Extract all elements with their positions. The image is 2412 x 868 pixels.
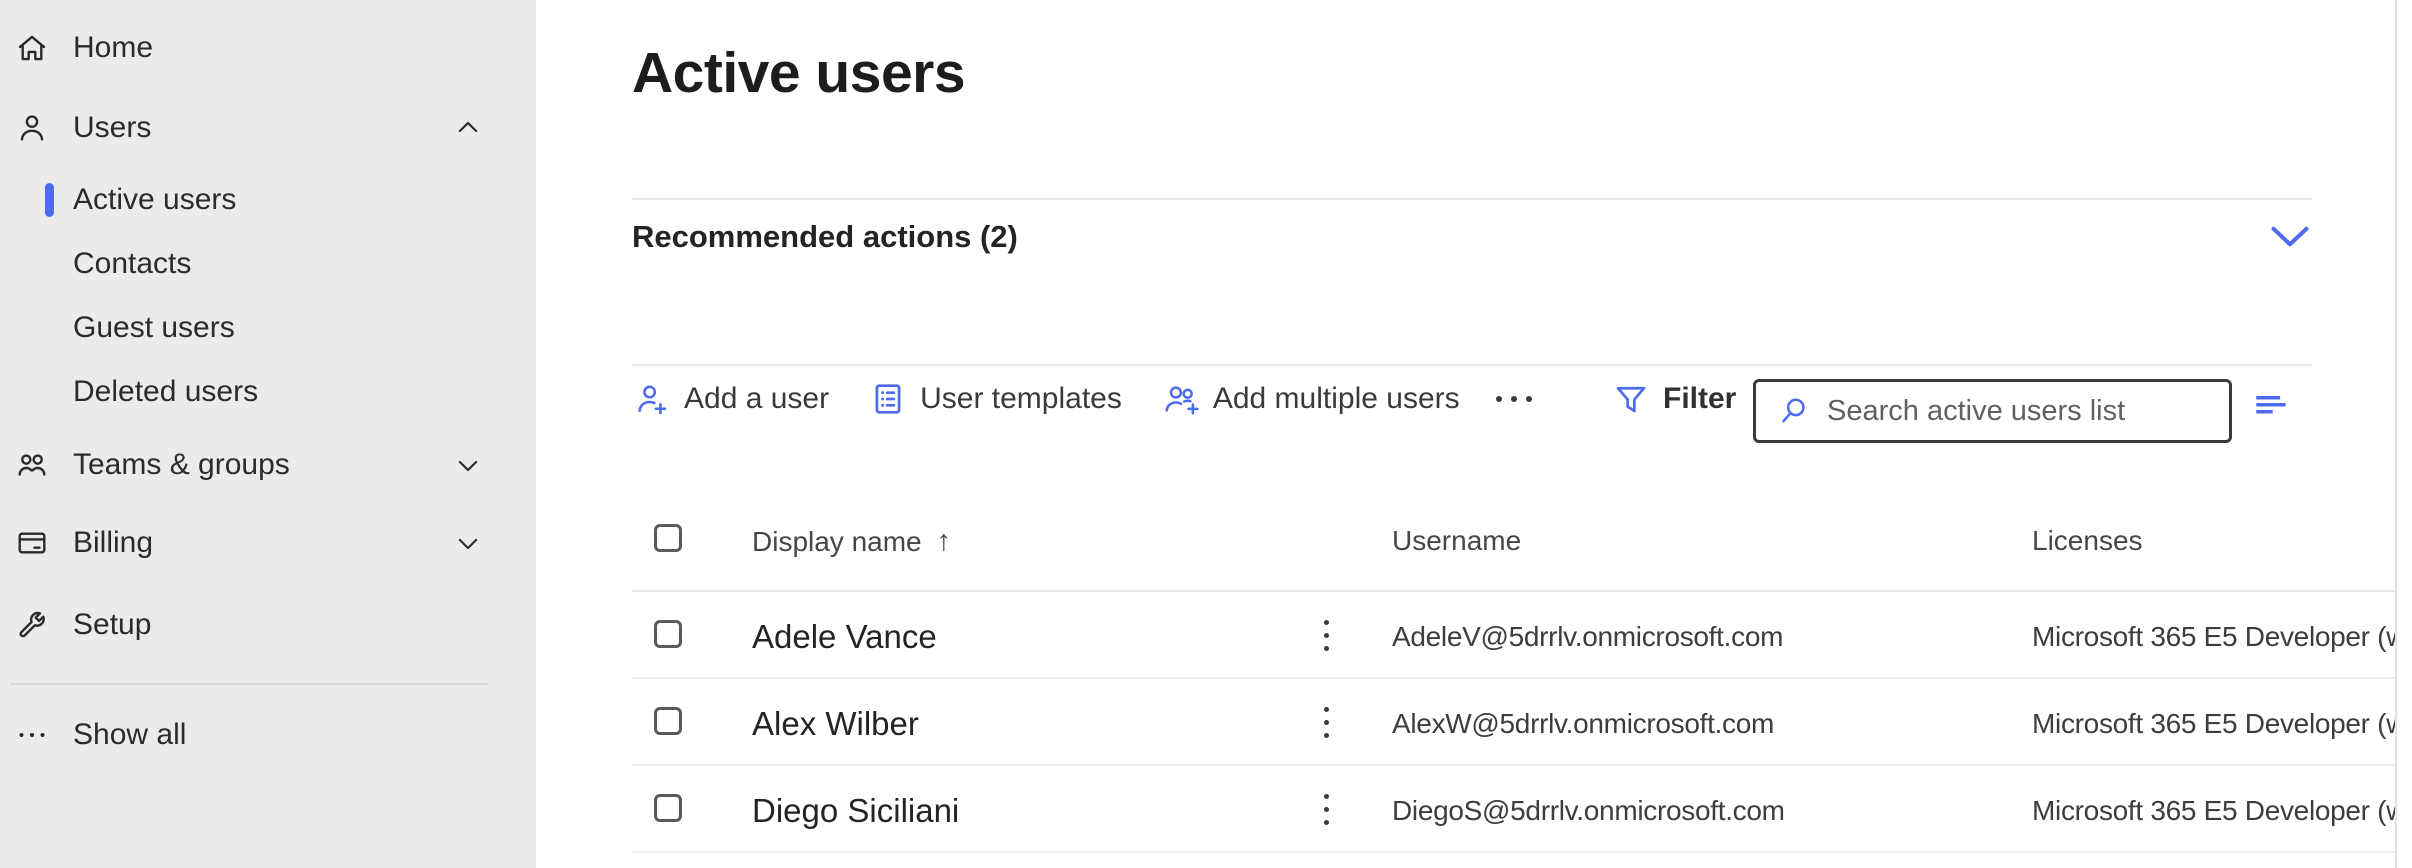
add-multiple-users-button[interactable]: Add multiple users bbox=[1147, 369, 1475, 429]
home-icon bbox=[13, 29, 51, 67]
sidebar-item-users[interactable]: Users bbox=[0, 96, 536, 160]
sidebar-item-label: Active users bbox=[73, 183, 236, 217]
table-row[interactable]: Alex Wilber AlexW@5drrlv.onmicrosoft.com… bbox=[632, 679, 2395, 766]
column-header-display-name[interactable]: Display name ↑ bbox=[752, 525, 951, 558]
template-list-icon bbox=[869, 380, 907, 418]
filter-lines-button[interactable] bbox=[2244, 378, 2296, 430]
table-header: Display name ↑ Username Licenses bbox=[632, 496, 2395, 590]
more-vertical-icon bbox=[1324, 620, 1329, 625]
search-input[interactable] bbox=[1825, 394, 2219, 429]
row-more-button[interactable] bbox=[1304, 787, 1348, 831]
licenses-cell: Microsoft 365 E5 Developer (withou bbox=[2032, 708, 2395, 740]
add-user-label: Add a user bbox=[684, 382, 829, 416]
display-name-cell[interactable]: Diego Siciliani bbox=[752, 792, 959, 830]
row-more-button[interactable] bbox=[1304, 613, 1348, 657]
more-horizontal-icon bbox=[1496, 396, 1502, 402]
section-divider bbox=[632, 198, 2312, 200]
recommended-actions-label: Recommended actions (2) bbox=[632, 219, 1018, 255]
display-name-cell[interactable]: Adele Vance bbox=[752, 618, 937, 656]
chevron-up-icon[interactable] bbox=[452, 112, 484, 144]
sidebar-item-teams-groups[interactable]: Teams & groups bbox=[0, 433, 536, 497]
add-multiple-users-label: Add multiple users bbox=[1213, 382, 1460, 416]
sidebar-item-label: Teams & groups bbox=[73, 448, 290, 482]
sidebar-item-deleted-users[interactable]: Deleted users bbox=[0, 360, 536, 424]
main-content: Active users Recommended actions (2) Add… bbox=[536, 0, 2412, 868]
people-add-icon bbox=[1162, 380, 1200, 418]
filter-funnel-icon bbox=[1612, 380, 1650, 418]
chevron-down-icon[interactable] bbox=[2268, 222, 2312, 252]
display-name-cell[interactable]: Alex Wilber bbox=[752, 705, 919, 743]
licenses-cell: Microsoft 365 E5 Developer (withou bbox=[2032, 795, 2395, 827]
sidebar-item-setup[interactable]: Setup bbox=[0, 593, 536, 657]
sidebar-item-contacts[interactable]: Contacts bbox=[0, 232, 536, 296]
more-vertical-icon bbox=[1324, 794, 1329, 799]
sidebar-item-label: Billing bbox=[73, 526, 153, 560]
people-icon bbox=[13, 446, 51, 484]
search-icon bbox=[1776, 393, 1812, 429]
sidebar-item-label: Home bbox=[73, 31, 153, 65]
sidebar-item-guest-users[interactable]: Guest users bbox=[0, 296, 536, 360]
user-templates-label: User templates bbox=[920, 382, 1122, 416]
sidebar: Home Users Active users Contacts Guest u… bbox=[0, 0, 536, 868]
sidebar-item-label: Users bbox=[73, 111, 151, 145]
column-header-licenses[interactable]: Licenses bbox=[2032, 525, 2143, 557]
sidebar-item-billing[interactable]: Billing bbox=[0, 511, 536, 575]
more-horizontal-icon bbox=[13, 716, 51, 754]
row-checkbox[interactable] bbox=[654, 794, 682, 822]
table-row[interactable]: Diego Siciliani DiegoS@5drrlv.onmicrosof… bbox=[632, 766, 2395, 853]
user-templates-button[interactable]: User templates bbox=[854, 369, 1137, 429]
sidebar-item-label: Contacts bbox=[73, 247, 191, 281]
username-cell: AlexW@5drrlv.onmicrosoft.com bbox=[1392, 708, 1774, 740]
credit-card-icon bbox=[13, 524, 51, 562]
sidebar-item-label: Guest users bbox=[73, 311, 235, 345]
add-user-button[interactable]: Add a user bbox=[618, 369, 844, 429]
person-add-icon bbox=[633, 380, 671, 418]
username-cell: DiegoS@5drrlv.onmicrosoft.com bbox=[1392, 795, 1785, 827]
column-label: Display name bbox=[752, 526, 922, 558]
filter-lines-icon bbox=[2248, 382, 2292, 426]
sidebar-item-label: Deleted users bbox=[73, 375, 258, 409]
sidebar-item-show-all[interactable]: Show all bbox=[0, 703, 536, 767]
page-title: Active users bbox=[632, 40, 965, 106]
filter-label: Filter bbox=[1663, 382, 1736, 416]
sidebar-divider bbox=[10, 683, 488, 685]
person-icon bbox=[13, 109, 51, 147]
row-checkbox[interactable] bbox=[654, 707, 682, 735]
sidebar-item-label: Show all bbox=[73, 718, 186, 752]
column-header-username[interactable]: Username bbox=[1392, 525, 1521, 557]
row-checkbox[interactable] bbox=[654, 620, 682, 648]
wrench-icon bbox=[13, 606, 51, 644]
row-more-button[interactable] bbox=[1304, 700, 1348, 744]
search-box bbox=[1753, 379, 2232, 443]
chevron-down-icon[interactable] bbox=[452, 527, 484, 559]
table-row[interactable]: Adele Vance AdeleV@5drrlv.onmicrosoft.co… bbox=[632, 592, 2395, 679]
sidebar-item-label: Setup bbox=[73, 608, 151, 642]
filter-button[interactable]: Filter bbox=[1612, 366, 1736, 432]
sidebar-item-active-users[interactable]: Active users bbox=[0, 168, 536, 232]
recommended-actions-header[interactable]: Recommended actions (2) bbox=[632, 206, 2312, 268]
scroll-boundary-line bbox=[2395, 0, 2397, 868]
sort-ascending-icon: ↑ bbox=[937, 525, 952, 558]
more-vertical-icon bbox=[1324, 707, 1329, 712]
username-cell: AdeleV@5drrlv.onmicrosoft.com bbox=[1392, 621, 1783, 653]
more-actions-button[interactable] bbox=[1485, 369, 1543, 429]
sidebar-item-home[interactable]: Home bbox=[0, 16, 536, 80]
command-bar: Add a user User templates bbox=[618, 366, 1543, 432]
chevron-down-icon[interactable] bbox=[452, 449, 484, 481]
licenses-cell: Microsoft 365 E5 Developer (withou bbox=[2032, 621, 2395, 653]
select-all-checkbox[interactable] bbox=[654, 524, 682, 552]
